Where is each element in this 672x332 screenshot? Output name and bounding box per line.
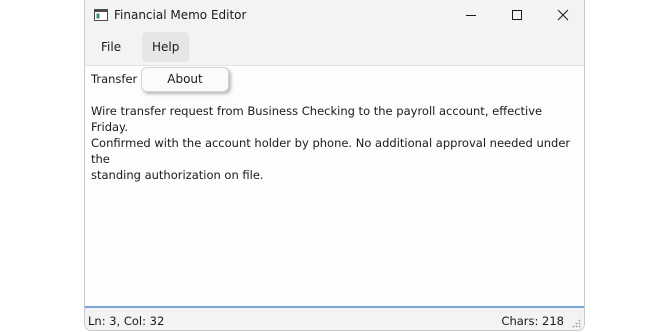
menu-file[interactable]: File: [91, 32, 131, 62]
memo-subject-line: Transfer r: [91, 72, 146, 86]
memo-body-text[interactable]: Wire transfer request from Business Chec…: [91, 103, 579, 183]
cursor-position: Ln: 3, Col: 32: [88, 314, 165, 328]
menu-item-about[interactable]: About: [142, 68, 228, 91]
window-title: Financial Memo Editor: [114, 8, 247, 22]
memo-editor[interactable]: Transfer r Wire transfer request from Bu…: [85, 65, 584, 307]
char-count: Chars: 218: [501, 314, 564, 328]
maximize-button[interactable]: [494, 0, 540, 30]
maximize-icon: [512, 10, 522, 20]
close-button[interactable]: [540, 0, 584, 30]
app-window: Financial Memo Editor File Help Transfer…: [84, 0, 585, 331]
resize-grip-icon[interactable]: [571, 318, 581, 328]
close-icon: [557, 9, 569, 21]
status-bar: Ln: 3, Col: 32 Chars: 218: [85, 308, 584, 330]
app-window-icon: [94, 9, 108, 21]
minimize-icon: [466, 15, 476, 16]
title-bar[interactable]: Financial Memo Editor: [85, 0, 584, 30]
menu-help[interactable]: Help: [142, 32, 190, 62]
minimize-button[interactable]: [448, 0, 494, 30]
help-dropdown-menu: About: [141, 67, 229, 92]
menu-bar: File Help: [85, 30, 584, 65]
